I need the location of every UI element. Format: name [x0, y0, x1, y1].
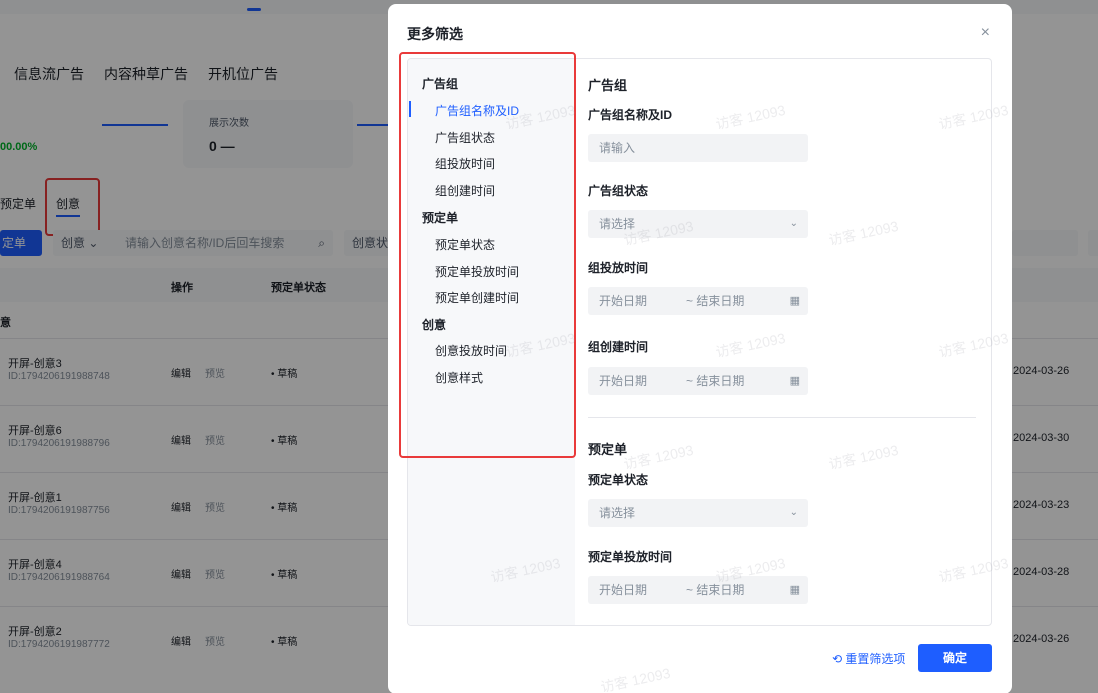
highlight-box-filter-nav	[399, 52, 576, 458]
section-title-ad-group: 广告组	[588, 78, 628, 93]
section-title-order: 预定单	[588, 442, 628, 457]
select-placeholder: 请选择	[599, 506, 636, 520]
label-ad-group-status: 广告组状态	[588, 184, 649, 198]
input-placeholder: 请输入	[599, 141, 636, 155]
ad-group-status-select[interactable]: 请选择 ⌄	[588, 210, 808, 238]
label-order-status: 预定单状态	[588, 473, 649, 487]
chevron-down-icon: ⌄	[789, 507, 798, 518]
end-date: ~ 结束日期	[686, 583, 745, 597]
calendar-icon: ▦	[789, 375, 800, 387]
start-date: 开始日期	[599, 583, 648, 597]
label-group-delivery-time: 组投放时间	[588, 261, 649, 275]
select-placeholder: 请选择	[599, 217, 636, 231]
order-delivery-date-range[interactable]: 开始日期 ~ 结束日期 ▦	[588, 576, 808, 604]
label-order-delivery-time: 预定单投放时间	[588, 550, 673, 564]
group-delivery-date-range[interactable]: 开始日期 ~ 结束日期 ▦	[588, 287, 808, 315]
close-icon[interactable]: ×	[981, 24, 990, 42]
order-status-select[interactable]: 请选择 ⌄	[588, 499, 808, 527]
section-divider	[588, 417, 976, 418]
start-date: 开始日期	[599, 374, 648, 388]
filter-content: 广告组 广告组名称及ID 请输入 广告组状态 请选择 ⌄ 组投放时间 开始日期 …	[575, 59, 991, 625]
reset-filters-button[interactable]: ⟲ 重置筛选项	[832, 650, 905, 667]
end-date: ~ 结束日期	[686, 294, 745, 308]
label-ad-group-name: 广告组名称及ID	[588, 108, 673, 122]
chevron-down-icon: ⌄	[789, 218, 798, 229]
end-date: ~ 结束日期	[686, 374, 745, 388]
confirm-button[interactable]: 确定	[918, 644, 992, 672]
group-create-date-range[interactable]: 开始日期 ~ 结束日期 ▦	[588, 367, 808, 395]
calendar-icon: ▦	[789, 584, 800, 596]
start-date: 开始日期	[599, 294, 648, 308]
ad-group-name-input[interactable]: 请输入	[588, 134, 808, 162]
calendar-icon: ▦	[789, 295, 800, 307]
label-group-create-time: 组创建时间	[588, 340, 649, 354]
modal-title: 更多筛选	[407, 26, 463, 42]
